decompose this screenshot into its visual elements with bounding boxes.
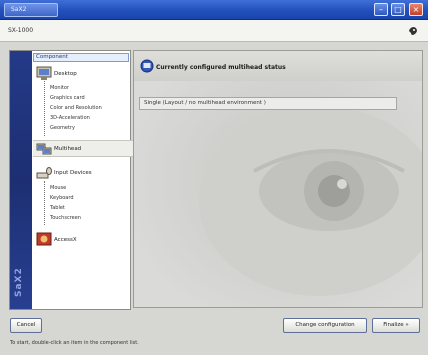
tree-category-accessx[interactable]: AccessX	[54, 237, 77, 243]
tree-item-keyboard[interactable]: Keyboard	[50, 195, 74, 201]
header-label: SX-1000	[8, 27, 34, 34]
header-bar: SX-1000	[0, 20, 428, 42]
maximize-button[interactable]: □	[391, 3, 405, 16]
cancel-button[interactable]: Cancel	[10, 318, 42, 333]
monitor-icon	[36, 66, 52, 80]
tree-item-3d-acceleration[interactable]: 3D-Acceleration	[50, 115, 90, 121]
tree-item-touchscreen[interactable]: Touchscreen	[50, 215, 81, 221]
tree-connector	[44, 181, 45, 225]
content-title: Currently configured multihead status	[156, 64, 286, 71]
accessx-icon	[36, 232, 52, 246]
close-button[interactable]: ×	[409, 3, 423, 16]
component-tree-panel: SaX2 Component Desktop Monitor Graphics …	[9, 50, 139, 310]
side-logo-text: SaX2	[14, 267, 24, 297]
tree-item-mouse[interactable]: Mouse	[50, 185, 66, 191]
content-header: Currently configured multihead status	[134, 51, 422, 81]
input-devices-icon	[36, 167, 52, 179]
tree-connector	[44, 81, 45, 136]
tree-item-geometry[interactable]: Geometry	[50, 125, 75, 131]
content-panel: Currently configured multihead status Si…	[133, 50, 423, 308]
tree-category-multihead[interactable]: Multihead	[54, 146, 81, 152]
tree-header: Component	[33, 53, 129, 62]
tree-item-graphics-card[interactable]: Graphics card	[50, 95, 85, 101]
suse-chameleon-icon	[409, 27, 417, 35]
change-configuration-button[interactable]: Change configuration	[283, 318, 367, 333]
multihead-status-field: Single (Layout / no multihead environmen…	[139, 97, 397, 110]
tree-category-desktop[interactable]: Desktop	[54, 71, 77, 77]
tree-category-input-devices[interactable]: Input Devices	[54, 170, 92, 176]
window-title[interactable]: SaX2	[4, 3, 58, 17]
multihead-icon	[36, 143, 52, 155]
minimize-button[interactable]: –	[374, 3, 388, 16]
tree-item-monitor[interactable]: Monitor	[50, 85, 69, 91]
tree-item-color-resolution[interactable]: Color and Resolution	[50, 105, 102, 111]
side-stripe: SaX2	[10, 51, 32, 309]
status-hint: To start, double-click an item in the co…	[10, 340, 139, 346]
tree-item-tablet[interactable]: Tablet	[50, 205, 65, 211]
multihead-status-icon	[140, 59, 154, 73]
eye-watermark-image	[134, 51, 422, 307]
finalize-button[interactable]: Finalize »	[372, 318, 420, 333]
title-bar: SaX2 – □ ×	[0, 0, 428, 20]
